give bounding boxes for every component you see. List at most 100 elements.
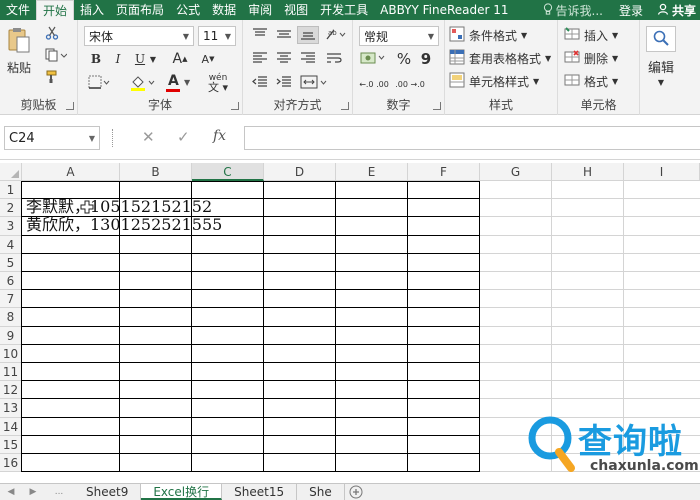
- paste-button[interactable]: 粘贴: [4, 26, 34, 76]
- conditional-formatting-button[interactable]: 条件格式 ▼: [449, 25, 555, 45]
- name-box[interactable]: C24 ▼: [4, 126, 100, 150]
- row-header-14[interactable]: 14: [0, 417, 22, 436]
- phonetic-guide-button[interactable]: wén 文 ▾: [202, 72, 234, 94]
- wrap-text-button[interactable]: [323, 50, 345, 68]
- format-as-table-button[interactable]: 套用表格格式 ▼: [449, 48, 555, 68]
- underline-chevron-icon[interactable]: ▼: [148, 50, 158, 68]
- tab-abbyy[interactable]: ABBYY FineReader 11: [374, 0, 514, 20]
- row-header-15[interactable]: 15: [0, 435, 22, 454]
- column-header-b[interactable]: B: [120, 163, 192, 181]
- shrink-font-button[interactable]: A ▼: [198, 50, 218, 68]
- tab-insert[interactable]: 插入: [74, 0, 110, 20]
- grow-font-button[interactable]: A ▲: [170, 50, 190, 68]
- tab-home[interactable]: 开始: [36, 0, 75, 20]
- column-header-f[interactable]: F: [408, 163, 480, 181]
- row-header-10[interactable]: 10: [0, 344, 22, 363]
- row-header-11[interactable]: 11: [0, 363, 22, 382]
- tab-formulas[interactable]: 公式: [170, 0, 206, 20]
- tab-page-layout[interactable]: 页面布局: [110, 0, 170, 20]
- column-header-a[interactable]: A: [22, 163, 120, 181]
- sheet-tab-sheet9[interactable]: Sheet9: [74, 484, 142, 500]
- clipboard-launcher-icon[interactable]: [66, 102, 74, 110]
- alignment-launcher-icon[interactable]: [341, 102, 349, 110]
- font-launcher-icon[interactable]: [231, 102, 239, 110]
- tab-review[interactable]: 审阅: [242, 0, 278, 20]
- cut-button[interactable]: [44, 26, 60, 42]
- bold-button[interactable]: B: [88, 50, 104, 68]
- column-header-d[interactable]: D: [264, 163, 336, 181]
- font-name-dropdown[interactable]: 宋体 ▼: [84, 26, 194, 46]
- align-middle-button[interactable]: [273, 26, 295, 44]
- cell-a2[interactable]: 李默默，105152152152: [26, 197, 212, 216]
- login-button[interactable]: 登录: [609, 2, 653, 19]
- comma-style-button[interactable]: 9: [417, 50, 435, 68]
- format-cells-button[interactable]: 格式 ▼: [564, 71, 638, 91]
- editing-chevron-icon[interactable]: ▼: [653, 76, 669, 88]
- tell-me-box[interactable]: 告诉我...: [537, 2, 609, 19]
- row-header-4[interactable]: 4: [0, 235, 22, 254]
- row-header-1[interactable]: 1: [0, 181, 22, 200]
- font-size-dropdown[interactable]: 11 ▼: [198, 26, 236, 46]
- row-header-8[interactable]: 8: [0, 308, 22, 327]
- tab-developer[interactable]: 开发工具: [314, 0, 374, 20]
- insert-function-button[interactable]: fx: [213, 128, 226, 144]
- increase-indent-button[interactable]: [273, 74, 295, 92]
- sheet-next-icon[interactable]: ▶: [22, 484, 44, 500]
- accounting-format-button[interactable]: [359, 50, 389, 68]
- tab-view[interactable]: 视图: [278, 0, 314, 20]
- copy-button[interactable]: [44, 48, 68, 64]
- orientation-button[interactable]: ab: [323, 26, 349, 44]
- row-header-6[interactable]: 6: [0, 272, 22, 291]
- row-header-9[interactable]: 9: [0, 326, 22, 345]
- align-left-button[interactable]: [249, 50, 271, 68]
- borders-button[interactable]: [86, 74, 112, 92]
- align-center-button[interactable]: [273, 50, 295, 68]
- column-header-g[interactable]: G: [480, 163, 552, 181]
- insert-cells-button[interactable]: 插入 ▼: [564, 25, 638, 45]
- confirm-entry-icon[interactable]: ✓: [177, 128, 190, 146]
- row-header-13[interactable]: 13: [0, 399, 22, 418]
- increase-decimal-button[interactable]: ←.0 .00: [359, 74, 389, 94]
- merge-center-button[interactable]: [299, 74, 329, 92]
- row-header-16[interactable]: 16: [0, 454, 22, 473]
- column-header-c[interactable]: C: [192, 163, 264, 181]
- row-header-5[interactable]: 5: [0, 253, 22, 272]
- share-button[interactable]: 共享: [653, 2, 700, 19]
- align-bottom-button[interactable]: [297, 26, 319, 44]
- row-header-7[interactable]: 7: [0, 290, 22, 309]
- column-header-i[interactable]: I: [624, 163, 700, 181]
- formula-bar-grip[interactable]: [112, 129, 115, 147]
- tab-file[interactable]: 文件: [0, 0, 36, 20]
- sheet-prev-icon[interactable]: ◀: [0, 484, 22, 500]
- find-select-button[interactable]: [646, 26, 676, 52]
- font-color-button[interactable]: A ▼: [164, 73, 194, 94]
- sheet-tab-truncated[interactable]: She: [297, 484, 345, 500]
- number-format-dropdown[interactable]: 常规 ▼: [359, 26, 439, 46]
- sheet-tab-excel-wrap[interactable]: Excel换行: [141, 484, 223, 500]
- cancel-entry-icon[interactable]: ✕: [142, 128, 155, 146]
- tab-data[interactable]: 数据: [206, 0, 242, 20]
- row-header-12[interactable]: 12: [0, 381, 22, 400]
- align-top-button[interactable]: [249, 26, 271, 44]
- column-header-e[interactable]: E: [336, 163, 408, 181]
- align-right-button[interactable]: [297, 50, 319, 68]
- fill-color-button[interactable]: [128, 74, 158, 94]
- row-header-3[interactable]: 3: [0, 217, 22, 236]
- percent-button[interactable]: %: [395, 50, 413, 68]
- editing-label[interactable]: 编辑: [646, 58, 676, 76]
- decrease-decimal-button[interactable]: .00 →.0: [395, 74, 425, 94]
- underline-button[interactable]: U: [132, 50, 148, 68]
- row-header-2[interactable]: 2: [0, 199, 22, 218]
- cell-styles-button[interactable]: 单元格样式 ▼: [449, 71, 555, 91]
- add-sheet-icon[interactable]: [345, 484, 367, 500]
- cell-a3[interactable]: 黄欣欣，1301252521555: [26, 216, 222, 234]
- number-launcher-icon[interactable]: [433, 102, 441, 110]
- italic-button[interactable]: I: [110, 50, 126, 68]
- sheet-tab-sheet15[interactable]: Sheet15: [222, 484, 298, 500]
- formula-input[interactable]: [244, 126, 700, 150]
- format-painter-button[interactable]: [44, 70, 60, 86]
- decrease-indent-button[interactable]: [249, 74, 271, 92]
- select-all-corner[interactable]: [0, 163, 22, 181]
- column-header-h[interactable]: H: [552, 163, 624, 181]
- sheet-more-icon[interactable]: ...: [44, 484, 74, 500]
